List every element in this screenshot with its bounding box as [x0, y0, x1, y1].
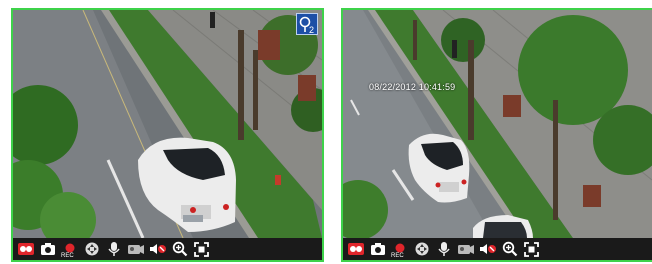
camera-toolbar: REC — [13, 238, 322, 260]
snapshot-icon[interactable] — [38, 240, 57, 258]
ptz-icon[interactable] — [82, 240, 101, 258]
svg-text:2: 2 — [309, 25, 314, 34]
fullscreen-icon[interactable] — [192, 240, 211, 258]
street-scene-image — [13, 10, 322, 238]
camera-view-2[interactable]: 08/22/2012 10:41:59 REC — [341, 8, 652, 262]
snapshot-icon[interactable] — [368, 240, 387, 258]
record-icon[interactable]: REC — [60, 240, 79, 259]
stream-icon[interactable] — [346, 240, 365, 258]
camera-video-feed[interactable]: 2 — [13, 10, 322, 238]
record-icon[interactable]: REC — [390, 240, 409, 259]
street-scene-image — [343, 10, 652, 238]
intercom-icon[interactable] — [434, 240, 453, 258]
audio-icon[interactable] — [126, 240, 145, 258]
camera-view-1[interactable]: 2 REC — [11, 8, 324, 262]
zoom-icon[interactable] — [500, 240, 519, 258]
record-label: REC — [391, 253, 404, 259]
record-label: REC — [61, 253, 74, 259]
ptz-2-icon[interactable]: 2 — [296, 13, 318, 35]
camera-toolbar: REC — [343, 238, 652, 260]
ptz-icon[interactable] — [412, 240, 431, 258]
intercom-icon[interactable] — [104, 240, 123, 258]
mute-icon[interactable] — [478, 240, 497, 258]
fullscreen-icon[interactable] — [522, 240, 541, 258]
mute-icon[interactable] — [148, 240, 167, 258]
camera-video-feed[interactable]: 08/22/2012 10:41:59 — [343, 10, 652, 238]
zoom-icon[interactable] — [170, 240, 189, 258]
timestamp-overlay: 08/22/2012 10:41:59 — [369, 82, 456, 92]
audio-icon[interactable] — [456, 240, 475, 258]
stream-icon[interactable] — [16, 240, 35, 258]
